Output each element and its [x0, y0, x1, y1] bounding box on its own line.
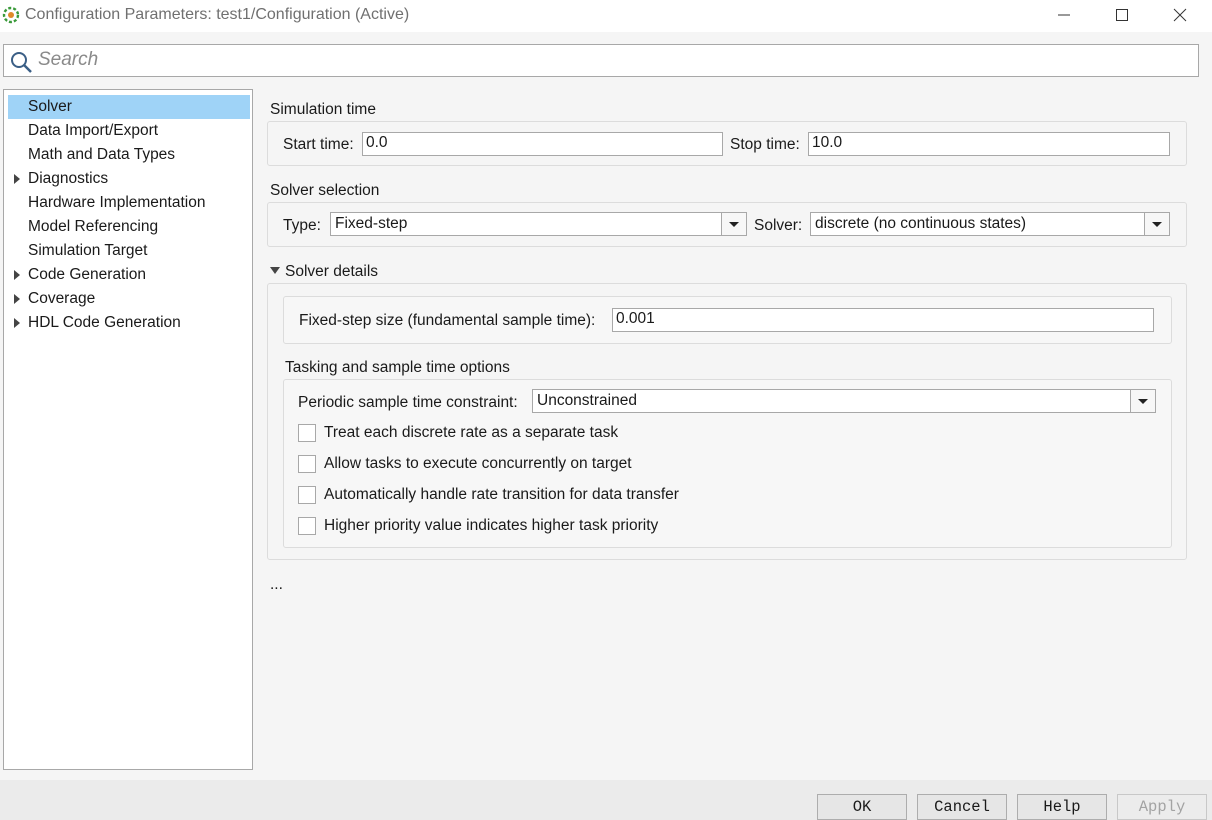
- window-title: Configuration Parameters: test1/Configur…: [25, 6, 410, 23]
- tree-item-label: Data Import/Export: [28, 122, 159, 139]
- rate-transition-checkbox[interactable]: [298, 486, 316, 504]
- solver-selection-title: Solver selection: [270, 182, 380, 199]
- stop-time-label: Stop time:: [730, 136, 800, 153]
- periodic-constraint-value: Unconstrained: [537, 392, 637, 409]
- dropdown-button[interactable]: [1144, 213, 1169, 235]
- search-bar: [3, 44, 1199, 77]
- solver-dropdown[interactable]: discrete (no continuous states): [810, 212, 1170, 236]
- cancel-button[interactable]: Cancel: [917, 794, 1007, 820]
- help-button[interactable]: Help: [1017, 794, 1107, 820]
- expand-arrow-icon[interactable]: [14, 174, 20, 184]
- chevron-down-icon: [1138, 399, 1148, 404]
- checkbox-label: Automatically handle rate transition for…: [324, 486, 679, 503]
- type-label: Type:: [283, 217, 321, 234]
- title-bar: Configuration Parameters: test1/Configur…: [0, 0, 1212, 32]
- tree-item-label: Solver: [28, 98, 72, 115]
- checkbox-label: Higher priority value indicates higher t…: [324, 517, 659, 534]
- tree-item-model-referencing[interactable]: Model Referencing: [8, 215, 250, 239]
- search-icon: [11, 52, 32, 73]
- tree-item-hdl-code-generation[interactable]: HDL Code Generation: [8, 311, 250, 335]
- stop-time-input[interactable]: 10.0: [808, 132, 1170, 156]
- periodic-constraint-label: Periodic sample time constraint:: [298, 394, 518, 411]
- tree-item-label: Code Generation: [28, 266, 147, 283]
- periodic-constraint-dropdown[interactable]: Unconstrained: [532, 389, 1156, 413]
- collapse-arrow-icon[interactable]: [270, 267, 280, 274]
- tree-item-label: Simulation Target: [28, 242, 148, 259]
- apply-button[interactable]: Apply: [1117, 794, 1207, 820]
- matlab-config-icon: [2, 6, 20, 24]
- tree-item-label: Model Referencing: [28, 218, 159, 235]
- more-options-ellipsis[interactable]: ...: [270, 576, 283, 594]
- start-time-label: Start time:: [283, 136, 354, 153]
- tree-item-label: Coverage: [28, 290, 96, 307]
- fixed-step-size-input[interactable]: 0.001: [612, 308, 1154, 332]
- minimize-icon: [1058, 14, 1070, 16]
- simulation-time-title: Simulation time: [270, 101, 376, 118]
- checkbox-label: Allow tasks to execute concurrently on t…: [324, 455, 632, 472]
- chevron-down-icon: [1152, 222, 1162, 227]
- tree-item-simulation-target[interactable]: Simulation Target: [8, 239, 250, 263]
- dropdown-button[interactable]: [1130, 390, 1155, 412]
- category-tree: Solver Data Import/Export Math and Data …: [3, 89, 253, 770]
- expand-arrow-icon[interactable]: [14, 318, 20, 328]
- type-dropdown[interactable]: Fixed-step: [330, 212, 747, 236]
- checkbox-label: Treat each discrete rate as a separate t…: [324, 424, 619, 441]
- tree-item-coverage[interactable]: Coverage: [8, 287, 250, 311]
- start-time-input[interactable]: 0.0: [362, 132, 723, 156]
- solver-details-title[interactable]: Solver details: [285, 263, 378, 281]
- minimize-button[interactable]: [1035, 0, 1093, 30]
- tree-item-label: Hardware Implementation: [28, 194, 206, 211]
- expand-arrow-icon[interactable]: [14, 294, 20, 304]
- type-dropdown-value: Fixed-step: [335, 215, 408, 232]
- tree-item-solver[interactable]: Solver: [8, 95, 250, 119]
- priority-checkbox[interactable]: [298, 517, 316, 535]
- tree-item-math-and-data-types[interactable]: Math and Data Types: [8, 143, 250, 167]
- tree-item-diagnostics[interactable]: Diagnostics: [8, 167, 250, 191]
- expand-arrow-icon[interactable]: [14, 270, 20, 280]
- ok-button[interactable]: OK: [817, 794, 907, 820]
- tree-item-label: Math and Data Types: [28, 146, 176, 163]
- tree-item-data-import-export[interactable]: Data Import/Export: [8, 119, 250, 143]
- tree-item-code-generation[interactable]: Code Generation: [8, 263, 250, 287]
- maximize-icon: [1116, 9, 1128, 21]
- separate-task-checkbox[interactable]: [298, 424, 316, 442]
- concurrent-tasks-checkbox[interactable]: [298, 455, 316, 473]
- tree-item-hardware-implementation[interactable]: Hardware Implementation: [8, 191, 250, 215]
- close-icon: [1173, 8, 1187, 22]
- solver-label: Solver:: [754, 217, 803, 234]
- search-input[interactable]: [38, 47, 1188, 73]
- maximize-button[interactable]: [1093, 0, 1151, 30]
- chevron-down-icon: [729, 222, 739, 227]
- tree-item-label: Diagnostics: [28, 170, 109, 187]
- fixed-step-size-label: Fixed-step size (fundamental sample time…: [299, 312, 596, 329]
- tree-item-label: HDL Code Generation: [28, 314, 181, 331]
- tasking-options-title: Tasking and sample time options: [285, 359, 510, 376]
- close-button[interactable]: [1151, 0, 1209, 30]
- solver-dropdown-value: discrete (no continuous states): [815, 215, 1027, 232]
- dropdown-button[interactable]: [721, 213, 746, 235]
